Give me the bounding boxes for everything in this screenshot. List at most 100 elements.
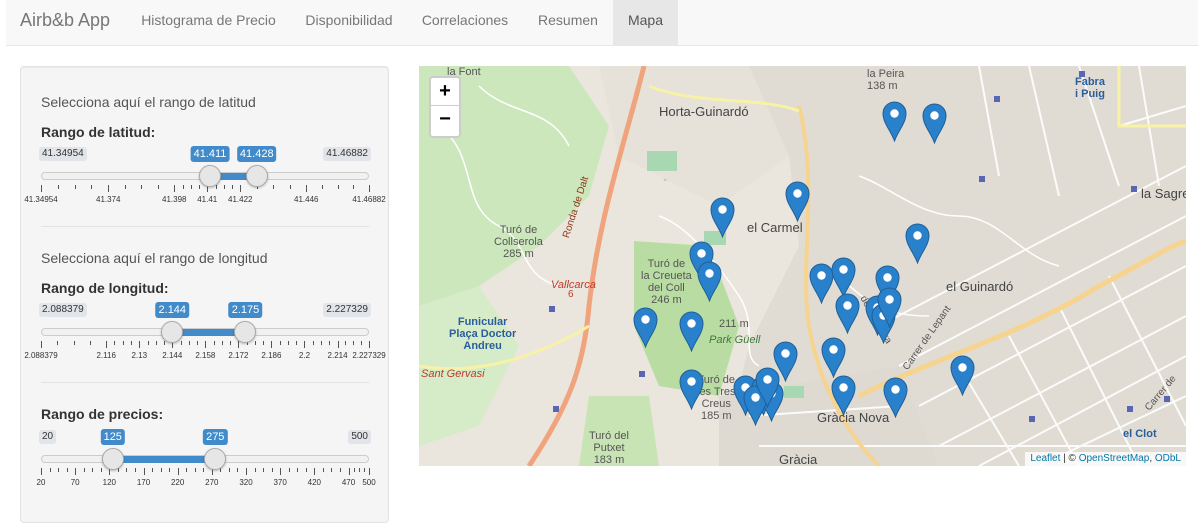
tab-mapa[interactable]: Mapa [613,0,678,45]
place-horta-guinardo: Horta-Guinardó [659,104,749,119]
slider-to-value: 275 [203,429,228,445]
slider-to-handle[interactable] [204,448,227,470]
slider-tick-label: 370 [273,478,287,487]
slider-minor-tick [152,468,154,472]
slider-minor-tick [289,185,291,189]
map-marker-icon[interactable] [755,367,780,409]
map-marker-icon[interactable] [710,197,735,239]
map-marker-icon[interactable] [633,307,658,349]
leaflet-link[interactable]: Leaflet [1030,453,1060,464]
slider-ticks [41,185,370,195]
slider-major-tick [337,341,339,348]
slider-minor-tick [169,468,171,472]
map-marker-icon[interactable] [883,377,908,419]
section-divider [41,382,369,383]
map-marker-icon[interactable] [905,223,930,265]
slider-from-handle[interactable] [101,448,124,470]
map-marker-icon[interactable] [922,103,947,145]
slider-tick-labels: 41.34954 41.374 41.398 41.41 41.422 41.446 41.… [24,195,385,207]
slider-to-handle[interactable] [234,321,257,343]
slider-minor-tick [230,341,232,345]
map-marker-icon[interactable] [835,293,860,335]
slider-minor-tick [91,185,93,189]
slider-tick-label: 20 [36,478,46,487]
slider-to-handle[interactable] [245,165,268,187]
slider-from-handle[interactable] [161,321,184,343]
place-park-guell: Park Güell [709,334,761,346]
slider-tick-label: 2.172 [228,351,249,360]
zoom-in-button[interactable]: + [431,78,459,106]
slider-tick-label: 170 [136,478,151,487]
slider-minor-tick [273,185,275,189]
place-funicular-placa-doctor-andreu: Funicular Plaça Doctor Andreu [449,316,517,352]
slider-minor-tick [339,468,341,472]
map-attribution: Leaflet | © OpenStreetMap, ODbL [1025,452,1186,466]
app-brand[interactable]: Airb&b App [20,10,110,31]
map-marker-icon[interactable] [785,181,810,223]
slider-tick-label: 2.2 [298,351,311,360]
slider-tick-label: 2.144 [162,351,183,360]
slider-from-handle[interactable] [199,165,221,187]
place-la-sagrera: la Sagrera [1141,186,1186,201]
slider-major-tick [246,468,247,475]
tab-correlaciones[interactable]: Correlaciones [407,0,523,45]
slider-max-label: 41.46882 [323,147,371,161]
map-marker-icon[interactable] [831,375,856,417]
slider-minor-tick [288,468,290,472]
slider-minor-tick [322,468,324,472]
slider-tick-label: 41.46882 [352,195,386,204]
map-marker-icon[interactable] [950,355,975,397]
place-el-clot: el Clot [1123,428,1157,440]
slider-major-tick [41,341,42,348]
tab-histograma-de-precio[interactable]: Histograma de Precio [126,0,291,45]
slider-minor-tick [122,341,124,345]
odbl-link[interactable]: ODbL [1155,453,1181,464]
slider-tick-label: 41.446 [294,195,319,204]
openstreetmap-link[interactable]: OpenStreetMap [1079,453,1150,464]
map-marker-icon[interactable] [679,311,704,353]
slider-minor-tick [221,341,223,345]
latitude-range-slider[interactable]: 41.34954 41.46882 41.34954 41.374 41.398 41.4… [24,146,386,217]
slider-minor-tick [203,468,205,472]
tab-disponibilidad[interactable]: Disponibilidad [291,0,407,45]
slider-minor-tick [213,341,215,345]
map-marker-icon[interactable] [821,337,846,379]
slider-minor-tick [287,341,289,345]
slider-minor-tick [305,468,307,472]
slider-from-value: 125 [100,429,125,445]
slider-tick-label: 41.34954 [24,195,58,204]
longitude-range-slider[interactable]: 2.088379 2.227329 2.088379 2.116 2.13 2.144 2.… [24,302,386,373]
map-view[interactable]: Horta-Guinardó el Carmel el Guinardó Grà… [419,66,1186,466]
slider-minor-tick [263,468,265,472]
slider-minor-tick [124,185,126,189]
slider-minor-tick [263,341,265,345]
slider-ticks [41,468,370,478]
slider-minor-tick [190,185,192,189]
zoom-out-button[interactable]: − [431,106,459,134]
slider-tick-label: 41.41 [197,195,218,204]
place-el-carmel: el Carmel [747,220,803,235]
slider-tick-label: 470 [341,478,356,487]
slider-minor-tick [353,468,355,472]
map-marker-icon[interactable] [831,257,856,299]
slider-tick-label: 2.227329 [352,351,386,360]
slider-minor-tick [134,468,136,472]
longitude-slider-label: Rango de longitud: [41,280,169,296]
map-marker-icon[interactable] [679,369,704,411]
map-marker-icon[interactable] [877,287,902,329]
place-elevation-211: 211 m [719,318,749,330]
slider-minor-tick [114,341,116,345]
latitude-slider-label: Rango de latitud: [41,124,156,140]
slider-minor-tick [83,468,85,472]
slider-min-label: 2.088379 [39,303,87,317]
price-range-slider[interactable]: 20 500 20 70 120 170 220 270 320 370 420 470 500 125 2… [35,429,376,500]
map-marker-icon[interactable] [882,101,907,143]
slider-major-tick [205,341,207,348]
slider-minor-tick [197,341,199,345]
slider-minor-tick [312,341,314,345]
slider-major-tick [348,468,350,475]
map-marker-icon[interactable] [697,261,722,303]
slider-tick-label: 41.374 [96,195,121,204]
tab-resumen[interactable]: Resumen [523,0,613,45]
slider-minor-tick [160,468,162,472]
